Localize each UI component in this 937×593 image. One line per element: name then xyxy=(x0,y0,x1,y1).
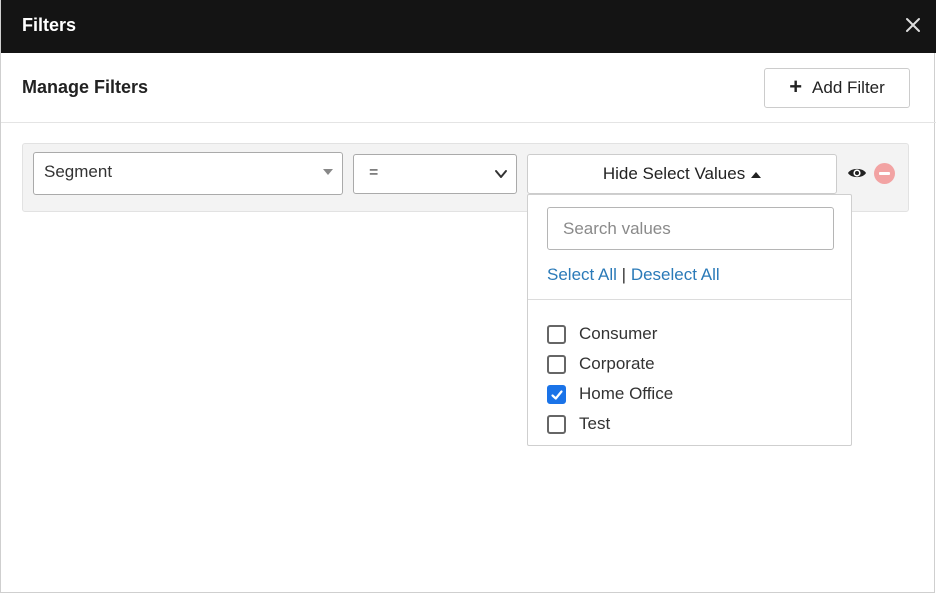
add-filter-button[interactable]: + Add Filter xyxy=(764,68,910,108)
add-filter-label: Add Filter xyxy=(812,78,885,97)
dropdown-divider xyxy=(528,299,851,300)
value-option-label: Test xyxy=(579,414,611,433)
value-option-corporate[interactable]: Corporate xyxy=(547,349,673,379)
field-select-value: Segment xyxy=(44,162,113,181)
value-option-label: Home Office xyxy=(579,384,674,403)
checkbox[interactable] xyxy=(547,354,566,374)
manage-filters-heading: Manage Filters xyxy=(22,77,149,97)
plus-icon: + xyxy=(789,74,803,99)
value-option-test[interactable]: Test xyxy=(547,409,673,439)
field-select[interactable]: Segment xyxy=(33,152,343,195)
hide-select-values-label: Hide Select Values xyxy=(602,164,746,183)
operator-select-value: = xyxy=(369,164,379,181)
chevron-down-icon xyxy=(494,166,508,187)
modal-titlebar: Filters xyxy=(1,0,936,53)
value-list: Consumer Corporate Home Office Test xyxy=(547,319,673,439)
checkbox[interactable] xyxy=(547,414,566,434)
close-icon[interactable] xyxy=(902,14,924,36)
value-option-label: Corporate xyxy=(579,354,655,373)
hide-select-values-button[interactable]: Hide Select Values xyxy=(527,154,837,194)
deselect-all-link[interactable]: Deselect All xyxy=(631,265,720,284)
values-dropdown: Select All | Deselect All Consumer Corpo… xyxy=(527,194,852,446)
checkbox[interactable] xyxy=(547,324,566,344)
caret-down-icon xyxy=(323,169,333,175)
header-divider xyxy=(1,122,936,123)
minus-circle-icon[interactable] xyxy=(874,163,895,184)
value-option-home-office[interactable]: Home Office xyxy=(547,379,673,409)
modal-title: Filters xyxy=(22,15,77,35)
eye-icon[interactable] xyxy=(847,163,867,188)
search-values-input[interactable] xyxy=(547,207,834,250)
checkbox-checked[interactable] xyxy=(547,384,566,404)
select-all-link[interactable]: Select All xyxy=(547,265,617,284)
select-links: Select All | Deselect All xyxy=(547,265,720,285)
caret-up-icon xyxy=(751,171,762,178)
value-option-label: Consumer xyxy=(579,324,658,343)
link-separator: | xyxy=(621,265,627,284)
operator-select[interactable]: = xyxy=(353,154,517,194)
value-option-consumer[interactable]: Consumer xyxy=(547,319,673,349)
